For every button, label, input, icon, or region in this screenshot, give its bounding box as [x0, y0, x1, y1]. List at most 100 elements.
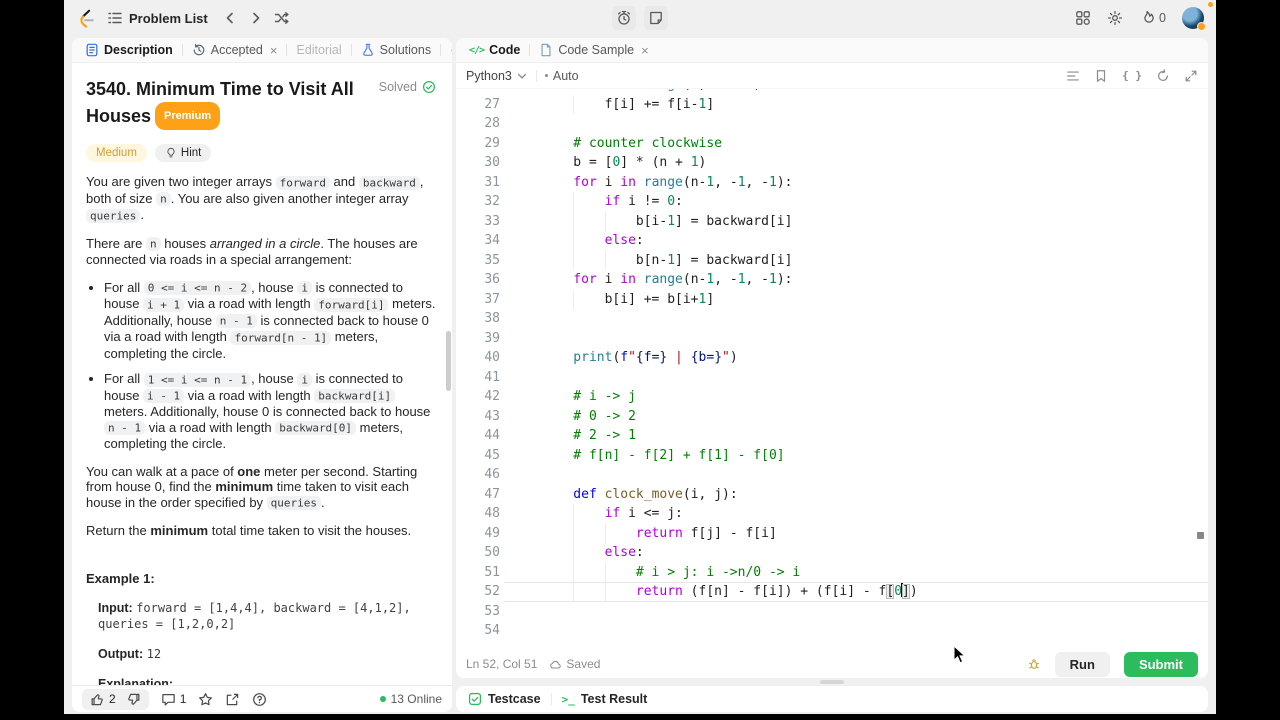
close-icon[interactable]: × — [641, 43, 649, 58]
favorite-button[interactable] — [198, 692, 213, 707]
overview-ruler-marker — [1197, 532, 1204, 539]
drag-grip — [820, 680, 844, 684]
code-line: # f[n] - f[2] + f[1] - f[0] — [573, 447, 785, 463]
feedback-button[interactable] — [252, 692, 267, 707]
divider — [535, 69, 537, 82]
prev-problem-button[interactable] — [220, 6, 240, 30]
line-number: 54 — [484, 623, 500, 638]
divider — [550, 693, 552, 705]
premium-badge[interactable]: Premium — [155, 101, 221, 130]
code-line: b[n-1] = backward[i] — [542, 250, 1208, 270]
notification-dot — [1208, 2, 1213, 7]
code-editor[interactable]: 27 28 29 30 31 32 33 34 35 36 37 38 39 40 41 42 43 44 45 46… — [456, 89, 1208, 650]
timer-button[interactable] — [612, 6, 636, 30]
bracket-settings-icon[interactable]: { } — [1122, 69, 1142, 82]
share-icon — [227, 693, 239, 705]
example-line: Output: 12 — [98, 646, 162, 661]
code-line: for i in range(n-1, -1, -1): — [573, 174, 793, 190]
tab-editorial[interactable]: Editorial — [289, 43, 348, 57]
share-button[interactable] — [225, 692, 240, 707]
code-line: for i in range(n-1, -1, -1): — [573, 272, 793, 287]
testcase-check-icon — [468, 692, 482, 706]
autocomplete-toggle[interactable]: Auto — [544, 69, 579, 83]
apps-grid-icon — [1076, 11, 1090, 25]
example-title: Example 1: — [86, 570, 155, 586]
notes-button[interactable] — [644, 6, 668, 30]
code-line: else: — [542, 543, 1208, 563]
tab-divider — [529, 44, 531, 56]
code-line: else: — [542, 231, 1208, 251]
example-line: Input: forward = [1,4,4], backward = [4,… — [98, 600, 411, 631]
like-button[interactable]: 2 — [90, 692, 116, 707]
code-line: return f[j] - f[i] — [542, 523, 1208, 543]
save-status: Saved — [549, 657, 600, 671]
leetcode-logo-icon[interactable] — [76, 8, 95, 29]
code-line: # 2 -> 1 — [573, 428, 636, 443]
code-line: def clock_move(i, j): — [573, 486, 738, 502]
problem-body: You are given two integer arrays forward… — [86, 174, 436, 685]
difficulty-badge[interactable]: Medium — [86, 144, 147, 162]
tab-accepted[interactable]: Accepted × — [185, 43, 285, 58]
bookmark-icon[interactable] — [1094, 69, 1108, 83]
apps-button[interactable] — [1075, 10, 1091, 26]
close-icon[interactable]: × — [270, 43, 278, 58]
code-line: f[i] += f[i-1] — [542, 94, 1208, 114]
line-number: 27 — [484, 96, 500, 112]
code-line: # 0 -> 2 — [573, 408, 636, 424]
comments-button[interactable]: 1 — [161, 692, 186, 707]
line-number: 29 — [484, 135, 500, 151]
line-number: 37 — [484, 291, 500, 307]
panel-resize-handle[interactable] — [456, 678, 1208, 686]
format-code-icon[interactable] — [1066, 69, 1080, 83]
settings-button[interactable] — [1107, 10, 1123, 26]
language-selector[interactable]: Python3 — [466, 69, 528, 83]
list-item: For all 1 <= i <= n - 1, house i is conn… — [104, 371, 436, 452]
next-problem-button[interactable] — [246, 6, 266, 30]
problem-list-label: Problem List — [129, 10, 208, 26]
tab-divider — [286, 44, 288, 56]
expand-editor-icon[interactable] — [1184, 69, 1198, 83]
line-number: 36 — [484, 272, 500, 287]
tab-solutions[interactable]: Solutions — [354, 43, 438, 57]
paragraph: There are n houses arranged in a circle.… — [86, 235, 418, 268]
avatar[interactable] — [1182, 7, 1206, 31]
reset-code-icon[interactable] — [1156, 68, 1170, 83]
leetcode-app: Problem List 0 Description Accepted × Ed… — [64, 0, 1216, 714]
editor-panel: </>Code Code Sample× Python3 Auto { } — [456, 38, 1208, 678]
problem-footer: 2 1 13 Online — [72, 685, 452, 712]
submit-button[interactable]: Submit — [1123, 651, 1198, 677]
streak-counter[interactable]: 0 — [1139, 10, 1166, 26]
cursor-position: Ln 52, Col 51 — [466, 657, 538, 671]
tab-description[interactable]: Description — [78, 43, 180, 57]
thumbs-up-icon — [91, 693, 103, 705]
line-number: 44 — [484, 428, 500, 443]
line-number: 50 — [484, 545, 500, 560]
shuffle-button[interactable] — [272, 6, 292, 30]
line-number: 32 — [484, 194, 500, 209]
dislike-button[interactable] — [126, 692, 141, 707]
editor-tabs: </> Code Code Sample × — [456, 38, 1208, 63]
line-number: 46 — [484, 467, 500, 482]
chevron-down-icon — [517, 73, 526, 79]
tab-submissions[interactable]: Submissions — [443, 43, 452, 57]
tab-divider — [181, 44, 183, 56]
tab-test-result[interactable]: >_ Test Result — [562, 692, 648, 706]
tab-testcase[interactable]: Testcase — [468, 692, 541, 706]
code-line: return (f[n] - f[i]) + (f[i] - f[0]) — [542, 582, 1208, 602]
tab-code-sample[interactable]: Code Sample × — [532, 43, 655, 58]
debug-icon[interactable] — [1027, 657, 1041, 671]
like-count: 2 — [109, 692, 116, 706]
tab-code[interactable]: </> Code — [462, 43, 527, 57]
problem-content: 3540. Minimum Time to Visit All Houses Pr… — [72, 63, 452, 685]
code-line: b[i-1] = backward[i] — [542, 211, 1208, 231]
problem-list-button[interactable]: Problem List — [101, 6, 214, 30]
hint-badge[interactable]: Hint — [154, 144, 212, 162]
help-icon — [253, 692, 267, 706]
left-panel-scrollbar[interactable] — [446, 331, 451, 391]
run-button[interactable]: Run — [1054, 651, 1110, 677]
